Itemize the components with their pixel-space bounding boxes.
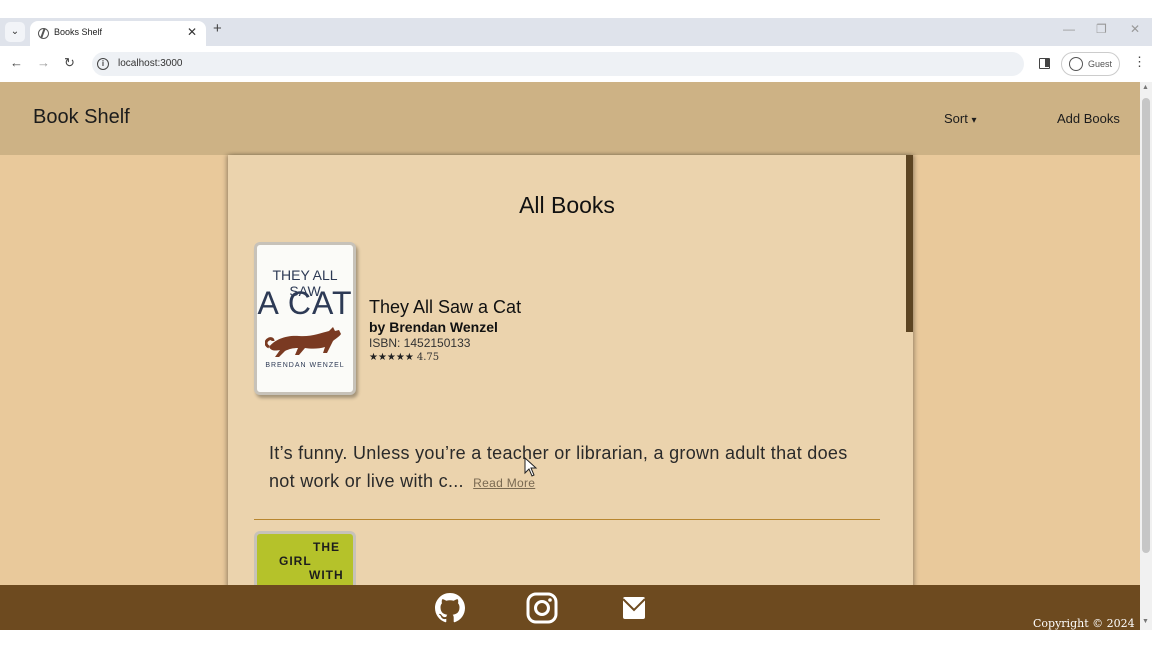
chevron-down-icon: ▾ [971, 115, 977, 126]
address-bar[interactable]: i localhost:3000 [92, 52, 1024, 76]
account-icon [1069, 57, 1083, 71]
close-window-icon[interactable]: ✕ [1130, 22, 1140, 36]
mouse-cursor-icon [524, 457, 538, 477]
more-menu-icon[interactable]: ⋮ [1133, 55, 1146, 68]
books-panel: All Books THEY ALL SAW A CAT BRENDAN WEN… [228, 155, 913, 630]
book-divider [254, 519, 880, 520]
instagram-icon[interactable] [525, 591, 559, 625]
info-icon[interactable]: i [97, 58, 109, 70]
book-rating: ★★★★★ 4.75 [369, 352, 439, 363]
tab-title: Books Shelf [54, 27, 103, 37]
tab-bar: ⌄ Books Shelf ✕ + — ❐ ✕ [0, 18, 1152, 46]
scroll-up-icon[interactable]: ▲ [1142, 84, 1149, 91]
top-strip [0, 0, 1152, 18]
site-header: Book Shelf Sort ▾ Add Books [0, 82, 1140, 155]
side-panel-icon[interactable] [1039, 58, 1050, 69]
book-description: It’s funny. Unless you’re a teacher or l… [269, 439, 869, 497]
cat-illustration [265, 327, 341, 357]
sort-dropdown[interactable]: Sort ▾ [944, 111, 977, 126]
book-isbn: ISBN: 1452150133 [369, 336, 471, 350]
cover2-line2: GIRL [279, 554, 312, 568]
scrollbar-thumb[interactable] [1142, 98, 1150, 553]
sort-label: Sort [944, 111, 968, 126]
star-rating-icon: ★★★★★ [369, 352, 414, 363]
browser-window: ⌄ Books Shelf ✕ + — ❐ ✕ ← → ↻ i localhos… [0, 0, 1152, 648]
mail-icon[interactable] [617, 591, 651, 625]
back-icon[interactable]: ← [10, 55, 23, 70]
tab-close-icon[interactable]: ✕ [187, 25, 197, 39]
read-more-link[interactable]: Read More [473, 476, 535, 490]
copyright-text: Copyright © 2024 [1033, 617, 1135, 630]
cover2-line1: THE [313, 540, 340, 554]
profile-label: Guest [1088, 59, 1113, 69]
forward-icon[interactable]: → [37, 55, 50, 70]
github-icon[interactable] [433, 591, 467, 625]
bottom-strip [0, 630, 1152, 648]
cover-author: BRENDAN WENZEL [265, 362, 345, 369]
tab-search-button[interactable]: ⌄ [5, 22, 25, 42]
book-title[interactable]: They All Saw a Cat [369, 297, 521, 318]
page-scrollbar[interactable]: ▲ ▼ [1140, 82, 1152, 630]
minimize-icon[interactable]: — [1063, 22, 1075, 36]
page-title: All Books [519, 192, 615, 218]
browser-toolbar: ← → ↻ i localhost:3000 Guest ⋮ [0, 46, 1152, 82]
book-cover[interactable]: THEY ALL SAW A CAT BRENDAN WENZEL [254, 242, 356, 395]
cover2-line3: WITH [309, 568, 344, 582]
book-author: by Brendan Wenzel [369, 319, 498, 335]
url-text: localhost:3000 [118, 58, 183, 69]
site-footer: Copyright © 2024 [0, 585, 1140, 630]
page-viewport: Book Shelf Sort ▾ Add Books All Books TH… [0, 82, 1140, 630]
profile-button[interactable]: Guest [1061, 52, 1120, 76]
add-books-link[interactable]: Add Books [1057, 111, 1120, 126]
cover-title-line2: A CAT [257, 285, 353, 321]
globe-icon [38, 28, 49, 39]
site-brand[interactable]: Book Shelf [33, 106, 130, 129]
cover-text: THE GIRL WITH [279, 540, 344, 582]
panel-scrollbar-thumb[interactable] [906, 155, 913, 332]
rating-value: 4.75 [416, 352, 440, 363]
browser-tab[interactable]: Books Shelf ✕ [30, 21, 206, 46]
scroll-down-icon[interactable]: ▼ [1142, 618, 1149, 625]
restore-icon[interactable]: ❐ [1096, 22, 1107, 36]
reload-icon[interactable]: ↻ [64, 55, 75, 71]
description-text: It’s funny. Unless you’re a teacher or l… [269, 443, 848, 491]
new-tab-icon[interactable]: + [213, 20, 222, 37]
